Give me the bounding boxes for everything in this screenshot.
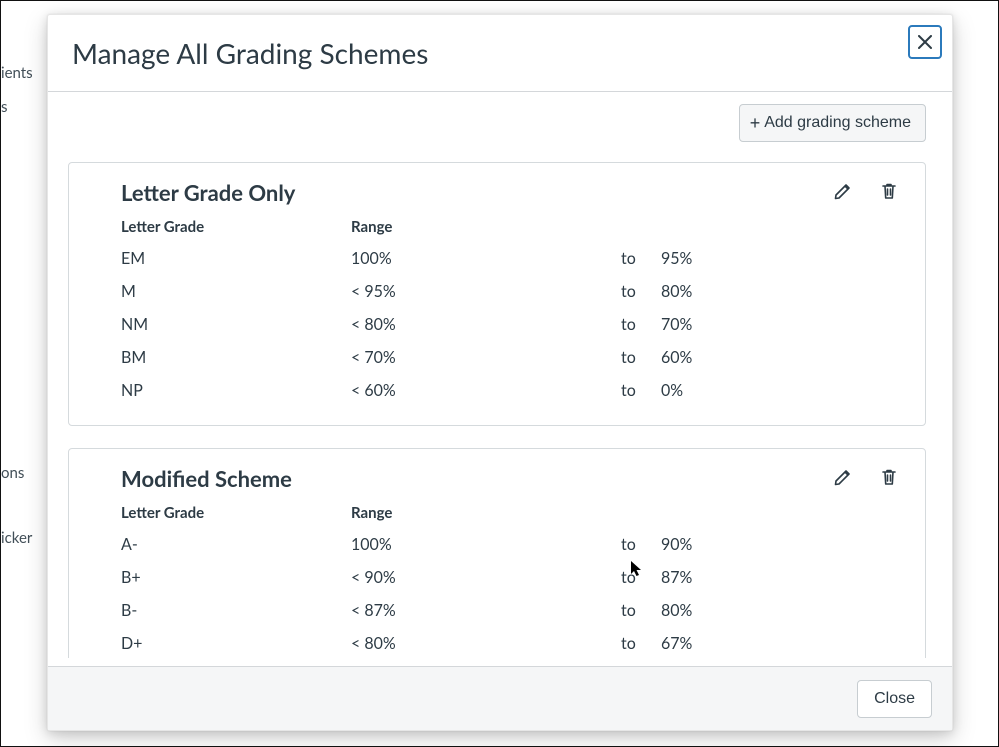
scheme-row: BM< 70%to60% <box>121 341 901 374</box>
row-upper: < 60% <box>351 381 621 400</box>
scheme-header: Modified Scheme <box>121 465 901 498</box>
scheme-row: M< 95%to80% <box>121 275 901 308</box>
pencil-icon <box>833 467 853 487</box>
scheme-row: A-100%to90% <box>121 528 901 561</box>
row-to: to <box>621 348 661 367</box>
modal-overlay: Manage All Grading Schemes + Add grading… <box>1 1 998 746</box>
add-grading-scheme-label: Add grading scheme <box>764 114 911 132</box>
edit-scheme-button[interactable] <box>833 181 855 203</box>
row-upper: < 95% <box>351 282 621 301</box>
row-to: to <box>621 535 661 554</box>
grading-schemes-modal: Manage All Grading Schemes + Add grading… <box>47 14 953 731</box>
edit-scheme-button[interactable] <box>833 467 855 489</box>
grading-scheme-card: Modified Scheme Letter GradeRangeA-100%t… <box>68 448 926 658</box>
pencil-icon <box>833 181 853 201</box>
scheme-row: NP< 60%to0% <box>121 374 901 407</box>
row-lower: 80% <box>661 601 761 620</box>
scheme-actions <box>833 465 901 489</box>
row-letter: M <box>121 282 351 301</box>
scheme-title: Modified Scheme <box>121 465 292 492</box>
row-lower: 0% <box>661 381 761 400</box>
close-x-button[interactable] <box>908 25 942 59</box>
row-upper: 100% <box>351 249 621 268</box>
scheme-row: B-< 87%to80% <box>121 594 901 627</box>
row-upper: < 87% <box>351 601 621 620</box>
scheme-columns-header: Letter GradeRange <box>121 218 901 236</box>
row-to: to <box>621 381 661 400</box>
row-letter: B+ <box>121 568 351 587</box>
row-letter: D+ <box>121 634 351 653</box>
row-to: to <box>621 601 661 620</box>
row-lower: 70% <box>661 315 761 334</box>
scheme-row: EM100%to95% <box>121 242 901 275</box>
row-upper: < 70% <box>351 348 621 367</box>
row-lower: 87% <box>661 568 761 587</box>
row-lower: 80% <box>661 282 761 301</box>
modal-header: Manage All Grading Schemes <box>48 15 952 92</box>
row-lower: 67% <box>661 634 761 653</box>
close-button[interactable]: Close <box>857 680 932 718</box>
col-range: Range <box>351 218 621 236</box>
row-lower: 90% <box>661 535 761 554</box>
trash-icon <box>879 181 899 201</box>
row-upper: < 80% <box>351 634 621 653</box>
modal-body: + Add grading scheme Letter Grade Only L… <box>48 92 952 666</box>
row-letter: A- <box>121 535 351 554</box>
scheme-row: NM< 80%to70% <box>121 308 901 341</box>
row-letter: BM <box>121 348 351 367</box>
scheme-row: B+< 90%to87% <box>121 561 901 594</box>
plus-icon: + <box>750 116 761 130</box>
toolbar: + Add grading scheme <box>68 104 926 142</box>
col-letter-grade: Letter Grade <box>121 504 351 522</box>
row-letter: NP <box>121 381 351 400</box>
scheme-header: Letter Grade Only <box>121 179 901 212</box>
add-grading-scheme-button[interactable]: + Add grading scheme <box>739 104 926 142</box>
row-letter: NM <box>121 315 351 334</box>
scheme-actions <box>833 179 901 203</box>
delete-scheme-button[interactable] <box>879 467 901 489</box>
row-to: to <box>621 249 661 268</box>
row-upper: 100% <box>351 535 621 554</box>
row-letter: B- <box>121 601 351 620</box>
col-letter-grade: Letter Grade <box>121 218 351 236</box>
row-lower: 60% <box>661 348 761 367</box>
row-to: to <box>621 634 661 653</box>
scheme-row: D+< 80%to67% <box>121 627 901 658</box>
row-upper: < 80% <box>351 315 621 334</box>
grading-scheme-card: Letter Grade Only Letter GradeRangeEM100… <box>68 162 926 426</box>
col-range: Range <box>351 504 621 522</box>
row-upper: < 90% <box>351 568 621 587</box>
row-to: to <box>621 315 661 334</box>
modal-footer: Close <box>48 666 952 730</box>
row-to: to <box>621 282 661 301</box>
modal-title: Manage All Grading Schemes <box>72 36 428 70</box>
scroll-pane[interactable]: + Add grading scheme Letter Grade Only L… <box>68 100 932 658</box>
delete-scheme-button[interactable] <box>879 181 901 203</box>
scheme-title: Letter Grade Only <box>121 179 295 206</box>
trash-icon <box>879 467 899 487</box>
scheme-columns-header: Letter GradeRange <box>121 504 901 522</box>
row-lower: 95% <box>661 249 761 268</box>
close-icon <box>918 35 932 49</box>
row-letter: EM <box>121 249 351 268</box>
row-to: to <box>621 568 661 587</box>
